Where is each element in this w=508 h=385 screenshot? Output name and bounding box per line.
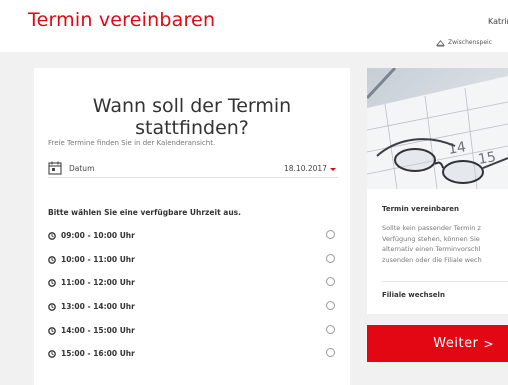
time-slot[interactable]: 13:00 - 14:00 Uhr — [48, 299, 338, 323]
time-slot-label: 14:00 - 15:00 Uhr — [61, 325, 135, 335]
user-name[interactable]: Katrin — [488, 17, 508, 26]
time-slot-label: 15:00 - 16:00 Uhr — [61, 349, 135, 359]
time-slot-radio[interactable] — [326, 301, 335, 311]
info-card-text-line: alternativ einen Terminvorschl — [382, 245, 481, 254]
time-slot-radio[interactable] — [326, 348, 335, 358]
time-slot[interactable]: 10:00 - 11:00 Uhr — [48, 252, 338, 276]
time-slot-label: 13:00 - 14:00 Uhr — [61, 302, 135, 312]
date-value[interactable]: 18.10.2017 — [284, 164, 327, 173]
time-slot-label: 11:00 - 12:00 Uhr — [61, 278, 135, 288]
date-field[interactable]: Datum 18.10.2017 — [48, 161, 338, 178]
divider — [382, 281, 508, 282]
info-card-title: Termin vereinbaren — [382, 205, 459, 213]
time-slot-radio[interactable] — [326, 277, 335, 287]
clock-icon — [48, 232, 56, 240]
time-slot[interactable]: 14:00 - 15:00 Uhr — [48, 323, 338, 347]
calendar-icon[interactable] — [48, 161, 62, 175]
next-button-label: Weiter — [433, 336, 479, 351]
slot-prompt: Bitte wählen Sie eine verfügbare Uhrzeit… — [48, 208, 241, 217]
time-slot[interactable]: 15:00 - 16:00 Uhr — [48, 346, 338, 370]
save-icon — [436, 39, 445, 47]
change-branch-link[interactable]: Filiale wechseln — [382, 291, 445, 299]
info-card-text: Sollte kein passender Termin z Verfügung… — [382, 223, 508, 265]
clock-icon — [48, 326, 56, 335]
clock-icon — [48, 255, 56, 264]
date-label: Datum — [69, 164, 95, 173]
calendar-number: 14 — [447, 139, 467, 158]
caret-down-icon[interactable] — [330, 168, 336, 171]
time-slot-radio[interactable] — [326, 253, 335, 263]
time-slot-radio[interactable] — [326, 230, 335, 239]
clock-icon — [48, 279, 56, 288]
header: Termin vereinbaren Katrin Zwischenspeic — [0, 0, 508, 52]
time-slot[interactable]: 11:00 - 12:00 Uhr — [48, 275, 338, 299]
save-draft-label: Zwischenspeic — [448, 39, 492, 46]
info-card-text-line: Verfügung stehen, können Sie — [382, 234, 480, 243]
time-slot[interactable]: 09:00 - 10:00 Uhr — [48, 228, 338, 252]
chevron-right-icon: > — [483, 336, 494, 351]
info-card-text-line: zusenden oder die Filiale wech — [382, 255, 482, 264]
time-slot-list: 09:00 - 10:00 Uhr 10:00 - 11:00 Uhr 11:0… — [48, 228, 338, 370]
info-card-text-line: Sollte kein passender Termin z — [382, 224, 481, 232]
next-button[interactable]: Weiter > — [367, 325, 508, 362]
time-slot-label: 10:00 - 11:00 Uhr — [61, 254, 135, 264]
save-draft-link[interactable]: Zwischenspeic — [436, 38, 492, 47]
calendar-hint: Freie Termine finden Sie in der Kalender… — [48, 139, 216, 147]
clock-icon — [48, 303, 56, 311]
calendar-glasses-image: 14 15 — [367, 68, 508, 189]
appointment-card: Wann soll der Termin stattfinden? Freie … — [34, 68, 350, 385]
page-title: Termin vereinbaren — [28, 9, 216, 31]
time-slot-label: 09:00 - 10:00 Uhr — [61, 231, 135, 240]
card-heading: Wann soll der Termin stattfinden? — [92, 95, 292, 139]
info-card: 14 15 Termin vereinbaren Sollte kein pas… — [367, 68, 508, 314]
clock-icon — [48, 350, 56, 359]
time-slot-radio[interactable] — [326, 324, 335, 334]
